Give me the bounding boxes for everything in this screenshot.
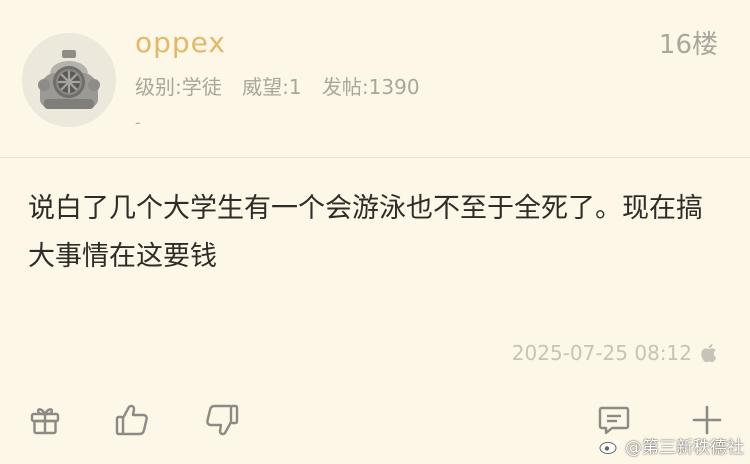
user-signature: - <box>135 113 141 132</box>
user-prestige: 威望:1 <box>242 75 302 99</box>
user-level: 级别:学徒 <box>135 75 222 99</box>
user-post-count: 发帖:1390 <box>321 75 420 99</box>
like-button[interactable] <box>114 400 150 440</box>
floor-number: 16楼 <box>658 30 718 60</box>
post-content: 说白了几个大学生有一个会游泳也不至于全死了。现在搞大事情在这要钱 <box>28 193 703 272</box>
post-timestamp: 2025-07-25 08:12 <box>511 341 692 365</box>
apple-icon <box>701 344 717 363</box>
dislike-button[interactable] <box>204 400 240 440</box>
watermark-text: @第三新秩德社 <box>625 438 744 458</box>
user-avatar[interactable] <box>22 33 116 127</box>
plus-icon <box>692 405 722 435</box>
diving-helmet-icon <box>22 33 116 127</box>
header-divider <box>0 157 750 158</box>
post-card: oppex 16楼 级别:学徒 威望:1 发帖:1390 - 说白了几个大学生有… <box>0 0 750 464</box>
gift-button[interactable] <box>27 400 63 440</box>
gift-icon <box>30 408 60 435</box>
thumbs-up-icon <box>115 404 148 436</box>
comment-icon <box>598 406 630 435</box>
post-time-row: 2025-07-25 08:12 <box>512 338 720 368</box>
weibo-watermark: @第三新秩德社 <box>599 433 744 458</box>
weibo-icon <box>599 438 620 454</box>
username[interactable]: oppex <box>135 26 226 59</box>
user-meta: 级别:学徒 威望:1 发帖:1390 <box>135 71 434 100</box>
thumbs-down-icon <box>206 404 239 436</box>
